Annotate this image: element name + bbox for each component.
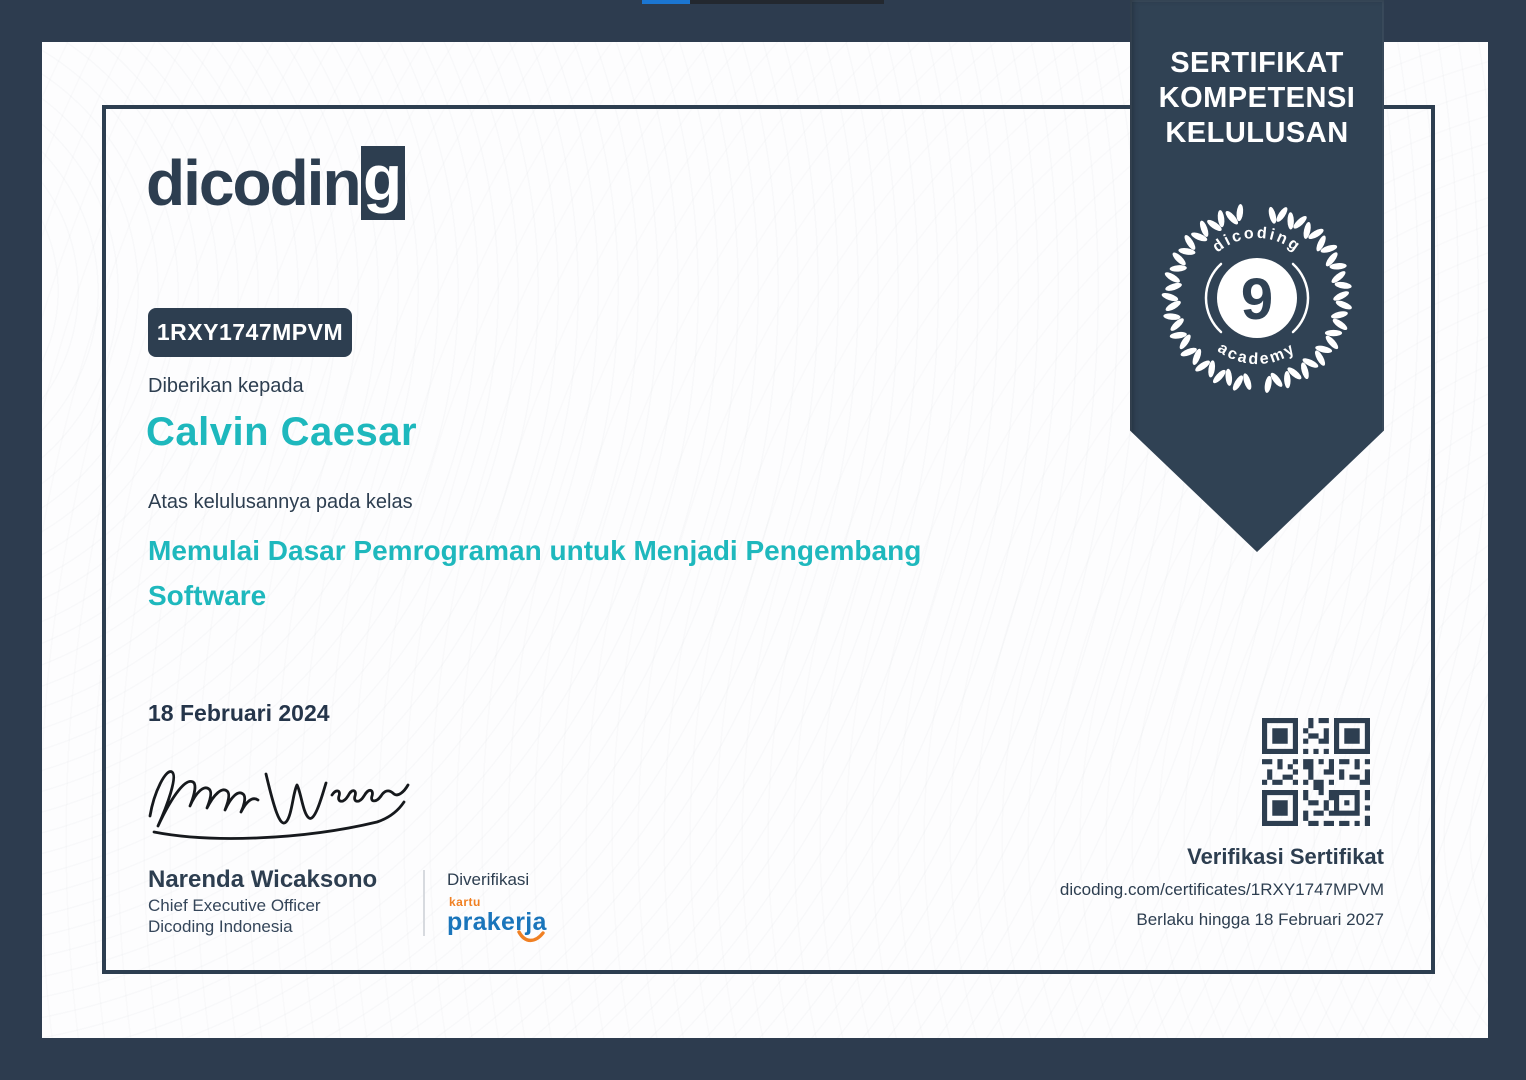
signer-title: Chief Executive Officer xyxy=(148,896,321,915)
top-edge-blue-strip xyxy=(642,0,690,4)
verification-block: Verifikasi Sertifikat dicoding.com/certi… xyxy=(1060,844,1384,930)
svg-text:academy: academy xyxy=(1215,340,1300,369)
top-edge-dark-strip xyxy=(690,0,884,4)
emblem-number: 9 xyxy=(1241,267,1273,332)
signer-org: Dicoding Indonesia xyxy=(148,917,293,936)
emblem-bottom-text: academy xyxy=(1215,340,1297,369)
qr-code xyxy=(1262,718,1370,826)
dicoding-logo-text: dicodin xyxy=(146,147,362,219)
signature-handwriting xyxy=(148,770,410,840)
recipient-name: Calvin Caesar xyxy=(146,410,418,454)
given-to-label: Diberikan kepada xyxy=(148,375,304,397)
certificate-page: dicodin g 1RXY1747MPVM Diberikan kepada … xyxy=(0,0,1526,1080)
prakerja-smile-icon xyxy=(517,930,545,943)
emblem-top-text: dicoding xyxy=(1210,225,1302,256)
vertical-divider xyxy=(423,870,425,936)
ribbon-title-line1: SERTIFIKAT xyxy=(1170,47,1344,79)
kartu-prakerja-logo: kartu prakerja xyxy=(447,895,577,943)
prakerja-wordmark: prakerja xyxy=(447,908,577,943)
issue-date: 18 Februari 2024 xyxy=(148,700,330,726)
ribbon-title-line3: KELULUSAN xyxy=(1165,117,1349,149)
verification-heading: Verifikasi Sertifikat xyxy=(1187,844,1384,869)
certificate-id-badge: 1RXY1747MPVM xyxy=(148,308,352,357)
dicoding-logo: dicodin g xyxy=(146,146,405,220)
ribbon-title-line2: KOMPETENSI xyxy=(1158,82,1356,114)
graduation-label: Atas kelulusannya pada kelas xyxy=(148,491,413,513)
verification-url: dicoding.com/certificates/1RXY1747MPVM xyxy=(1059,880,1384,899)
svg-text:dicoding: dicoding xyxy=(1210,225,1305,256)
kartu-label: kartu xyxy=(449,895,481,909)
dicoding-academy-emblem: 9 dicoding academy xyxy=(1160,201,1354,395)
verified-by-label: Diverifikasi xyxy=(447,870,530,889)
signer-name: Narenda Wicaksono xyxy=(148,866,378,893)
dicoding-logo-g-box: g xyxy=(360,146,405,220)
ribbon-title: SERTIFIKAT KOMPETENSI KELULUSAN xyxy=(1130,0,1384,151)
course-title: Memulai Dasar Pemrograman untuk Menjadi … xyxy=(148,535,922,611)
validity-text: Berlaku hingga 18 Februari 2027 xyxy=(1136,910,1384,929)
